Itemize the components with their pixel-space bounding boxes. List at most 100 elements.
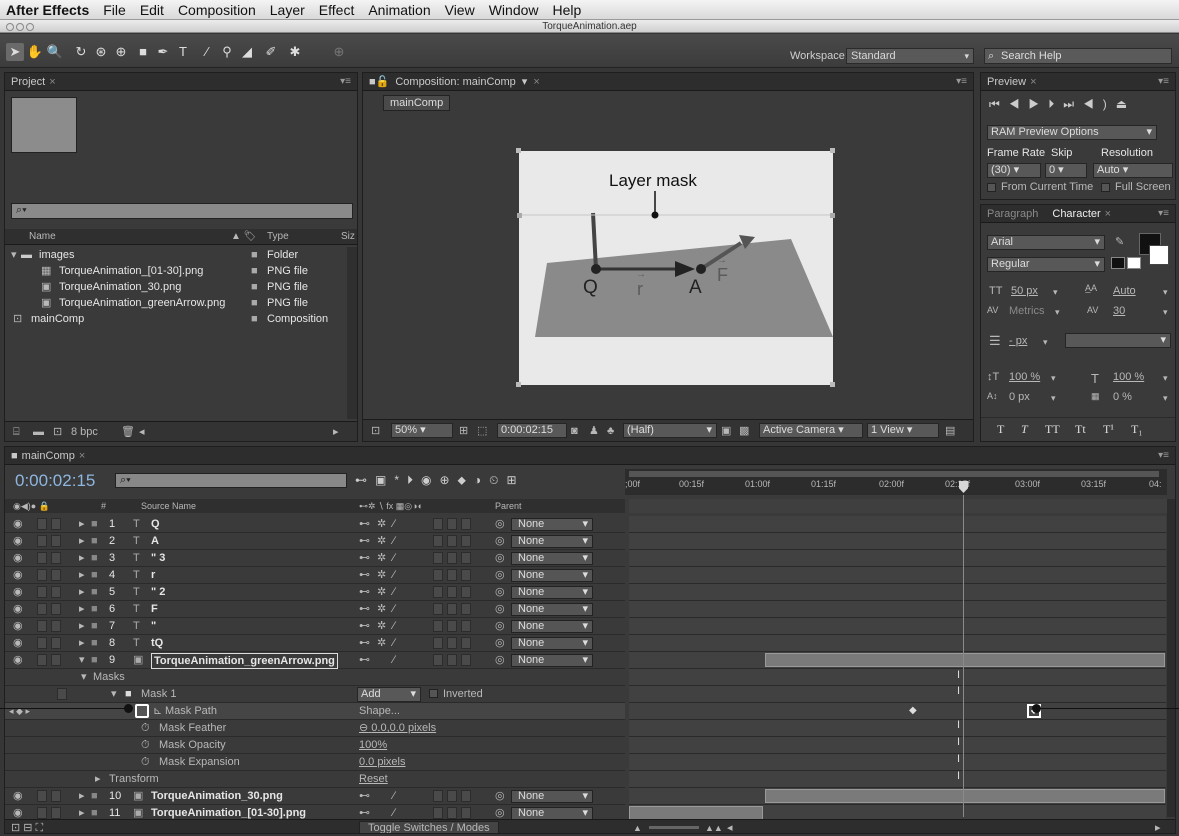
new-comp-icon[interactable]: ⊡ bbox=[53, 422, 62, 441]
panel-menu-icon[interactable]: ▾≡ bbox=[1158, 208, 1169, 219]
disclosure-icon[interactable]: ▸ bbox=[79, 788, 85, 805]
scroll-left-icon[interactable]: ◂ bbox=[139, 422, 145, 441]
menu-layer[interactable]: Layer bbox=[270, 2, 305, 18]
label-color[interactable]: ■ bbox=[91, 788, 98, 805]
zoom-in-icon[interactable]: ▲▲ bbox=[705, 820, 723, 833]
panel-menu-icon[interactable]: ▾≡ bbox=[956, 76, 967, 87]
motion-blur-switch[interactable] bbox=[433, 603, 443, 615]
timeline-tab[interactable]: ■ mainComp × ▾≡ bbox=[5, 447, 1175, 465]
adjustment-switch[interactable] bbox=[447, 518, 457, 530]
motion-blur-switch[interactable] bbox=[433, 807, 443, 819]
subscript-button[interactable]: T₁ bbox=[1131, 422, 1143, 437]
adjustment-switch[interactable] bbox=[447, 637, 457, 649]
menu-composition[interactable]: Composition bbox=[178, 2, 256, 18]
chevron-down-icon[interactable]: ▾ bbox=[1051, 373, 1056, 384]
time-ruler[interactable]: ;00f 00:15f 01:00f 01:15f 02:00f 02:15f … bbox=[625, 469, 1167, 495]
label-color[interactable]: ■ bbox=[91, 584, 98, 601]
solo-switch[interactable] bbox=[37, 790, 47, 802]
label-color[interactable]: ■ bbox=[91, 652, 98, 669]
layer-name[interactable]: Q bbox=[151, 516, 160, 533]
selection-tool-icon[interactable]: ➤ bbox=[6, 43, 24, 61]
shy-switch-icon[interactable]: ⊷ bbox=[359, 516, 370, 533]
3d-layer-switch[interactable] bbox=[461, 552, 471, 564]
3d-layer-switch[interactable] bbox=[461, 807, 471, 819]
menu-edit[interactable]: Edit bbox=[140, 2, 164, 18]
pickwhip-icon[interactable]: ◎ bbox=[495, 550, 505, 567]
eye-icon[interactable]: ◉ bbox=[13, 584, 23, 601]
layer-name[interactable]: TorqueAnimation_greenArrow.png bbox=[151, 653, 338, 669]
mask1-label[interactable]: Mask 1 bbox=[141, 686, 176, 703]
bpc-label[interactable]: 8 bpc bbox=[71, 422, 98, 441]
col-source-name[interactable]: Source Name bbox=[141, 499, 196, 513]
lock-switch[interactable] bbox=[51, 586, 61, 598]
pickwhip-icon[interactable]: ◎ bbox=[495, 635, 505, 652]
stopwatch-icon[interactable]: ⏱ bbox=[141, 720, 150, 737]
lock-switch[interactable] bbox=[51, 569, 61, 581]
timeline-scrollbar[interactable] bbox=[1167, 499, 1175, 817]
3d-layer-switch[interactable] bbox=[461, 654, 471, 666]
label-color[interactable]: ■ bbox=[91, 550, 98, 567]
col-name[interactable]: Name bbox=[29, 229, 56, 245]
chevron-down-icon[interactable]: ▾ bbox=[1053, 287, 1058, 298]
panel-menu-icon[interactable]: ▾≡ bbox=[1158, 450, 1169, 461]
pan-behind-icon[interactable]: ⊕ bbox=[112, 43, 130, 61]
stopwatch-icon[interactable]: ⏱ bbox=[141, 737, 150, 754]
work-area-bar[interactable] bbox=[629, 471, 1159, 477]
mask-opacity-row[interactable]: ⏱ Mask Opacity 100% bbox=[5, 737, 625, 754]
disclosure-icon[interactable]: ▸ bbox=[79, 533, 85, 550]
chevron-down-icon[interactable]: ▾ bbox=[1051, 393, 1056, 404]
preview-resolution-select[interactable]: Auto ▾ bbox=[1093, 163, 1173, 178]
mask-opacity-value[interactable]: 100% bbox=[359, 737, 387, 754]
baseline-shift-value[interactable]: 0 px bbox=[1009, 391, 1030, 403]
frame-rate-select[interactable]: (30) ▾ bbox=[987, 163, 1041, 178]
timecode-field[interactable]: 0:00:02:15 bbox=[497, 423, 567, 438]
lock-switch[interactable] bbox=[51, 518, 61, 530]
pickwhip-icon[interactable]: ◎ bbox=[495, 618, 505, 635]
solo-switch[interactable] bbox=[37, 518, 47, 530]
disclosure-icon[interactable]: ▸ bbox=[79, 584, 85, 601]
roto-brush-icon[interactable]: ✐ bbox=[262, 43, 280, 61]
mask-visibility-icon[interactable]: ⬚ bbox=[477, 420, 487, 441]
preview-tab[interactable]: Preview × ▾≡ bbox=[981, 73, 1175, 91]
sort-icon[interactable]: ▲ 🏷 bbox=[231, 229, 256, 245]
lock-switch[interactable] bbox=[51, 620, 61, 632]
adjustment-switch[interactable] bbox=[447, 654, 457, 666]
eye-icon[interactable]: ◉ bbox=[13, 533, 23, 550]
close-icon[interactable]: × bbox=[1030, 76, 1036, 88]
layer-name[interactable]: " 2 bbox=[151, 584, 165, 601]
quality-switch-icon[interactable]: ∕ bbox=[393, 533, 395, 550]
adjustment-switch[interactable] bbox=[447, 807, 457, 819]
project-item-maincomp[interactable]: ⊡ mainComp ■ Composition bbox=[5, 311, 345, 327]
resolution-select[interactable]: (Half) ▾ bbox=[623, 423, 717, 438]
project-item-30[interactable]: ▣ TorqueAnimation_30.png ■ PNG file bbox=[5, 279, 345, 295]
tracking-value[interactable]: 30 bbox=[1113, 305, 1125, 317]
col-type[interactable]: Type bbox=[267, 229, 289, 245]
layer-row[interactable]: ◉ ▸ ■ 10 ▣ TorqueAnimation_30.png ⊷ ∕ ◎ None ▾ bbox=[5, 788, 625, 805]
lock-switch[interactable] bbox=[51, 637, 61, 649]
comp-viewer[interactable]: Layer mask Q r → A F → bbox=[363, 113, 973, 417]
disclosure-icon[interactable]: ▾ bbox=[111, 686, 117, 703]
label-color[interactable]: ■ bbox=[91, 516, 98, 533]
lock-switch[interactable] bbox=[57, 688, 67, 700]
font-style-select[interactable]: Regular ▾ bbox=[987, 257, 1105, 272]
solo-switch[interactable] bbox=[37, 620, 47, 632]
eye-icon[interactable]: ◉ bbox=[13, 635, 23, 652]
mask-path-value[interactable]: Shape... bbox=[359, 703, 400, 720]
show-snapshot-icon[interactable]: ♟ bbox=[589, 420, 599, 441]
layer-name[interactable]: A bbox=[151, 533, 159, 550]
close-icon[interactable]: × bbox=[1105, 208, 1111, 220]
parent-select[interactable]: None ▾ bbox=[511, 637, 593, 650]
layer-row[interactable]: ◉ ▸ ■ 2 T A ⊷ ✲ ∕ ◎ None ▾ bbox=[5, 533, 625, 550]
motion-blur-switch[interactable] bbox=[433, 654, 443, 666]
eye-icon[interactable]: ◉ bbox=[13, 567, 23, 584]
project-item-images[interactable]: ▾ ▬ images ■ Folder bbox=[5, 247, 345, 263]
menu-animation[interactable]: Animation bbox=[368, 2, 430, 18]
mask-path-row[interactable]: ◂ ◆ ▸ ⊾ Mask Path Shape... bbox=[5, 703, 625, 720]
adjustment-switch[interactable] bbox=[447, 603, 457, 615]
full-screen-checkbox[interactable] bbox=[1101, 183, 1110, 192]
3d-layer-switch[interactable] bbox=[461, 637, 471, 649]
lock-switch[interactable] bbox=[51, 790, 61, 802]
brush-tool-icon[interactable]: ∕ bbox=[198, 43, 216, 61]
disclosure-icon[interactable]: ▸ bbox=[95, 771, 101, 788]
layer-row[interactable]: ◉ ▸ ■ 8 TtQ ⊷ ✲ ∕ ◎ None ▾ bbox=[5, 635, 625, 652]
